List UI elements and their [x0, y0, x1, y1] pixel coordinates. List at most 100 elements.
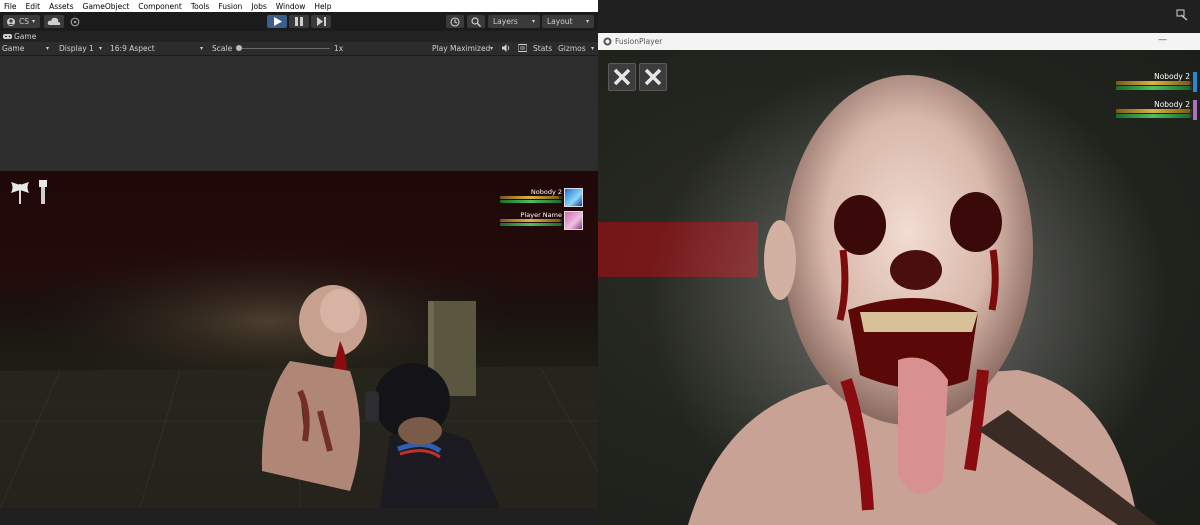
play-mode-dropdown[interactable]: Play Maximized ▾ — [432, 42, 498, 55]
chevron-down-icon: ▾ — [490, 45, 494, 52]
game-view-viewport[interactable]: Nobody 2 Player Name — [0, 171, 598, 508]
game-view-letterbox — [0, 56, 598, 171]
step-icon — [317, 17, 326, 26]
close-icon — [613, 68, 631, 86]
health-bar — [500, 219, 561, 222]
main-toolbar: CS ▾ Layers ▾ Layout ▾ — [0, 12, 598, 31]
aspect-dropdown[interactable]: 16:9 Aspect ▾ — [110, 42, 206, 55]
history-icon — [450, 17, 460, 27]
account-dropdown[interactable]: CS ▾ — [3, 15, 40, 28]
history-button[interactable] — [446, 15, 464, 28]
stats-button[interactable]: Stats — [533, 42, 552, 55]
scale-label: Scale — [212, 44, 233, 53]
view-dropdown-label: Game — [2, 44, 25, 53]
pause-icon — [295, 17, 303, 26]
close-slot-button[interactable] — [639, 63, 667, 91]
menu-window[interactable]: Window — [272, 2, 311, 11]
health-bar-track — [500, 219, 562, 222]
display-label: Display 1 — [59, 44, 94, 53]
fusionplayer-titlebar[interactable]: FusionPlayer — — [598, 33, 1200, 51]
chevron-down-icon: ▾ — [32, 18, 36, 25]
aspect-label: 16:9 Aspect — [110, 44, 155, 53]
health-bar-track — [1116, 81, 1192, 85]
menu-file[interactable]: File — [0, 2, 22, 11]
play-button[interactable] — [267, 15, 287, 28]
chevron-down-icon: ▾ — [99, 45, 103, 52]
game-view-toolbar: Game ▾ Display 1 ▾ 16:9 Aspect ▾ Scale 1… — [0, 42, 598, 56]
health-bar — [1116, 81, 1190, 85]
search-button[interactable] — [467, 15, 485, 28]
player-portrait-avatar — [564, 188, 583, 207]
stamina-bar-track — [1116, 86, 1192, 90]
player-portrait-avatar — [1193, 100, 1197, 120]
menu-help[interactable]: Help — [310, 2, 336, 11]
gizmos-label: Gizmos — [558, 44, 586, 53]
menu-component[interactable]: Component — [134, 2, 187, 11]
health-bar-track — [500, 196, 562, 199]
menu-assets[interactable]: Assets — [45, 2, 78, 11]
stamina-bar — [1116, 114, 1191, 118]
flashlight-icon — [39, 180, 47, 204]
layout-dropdown[interactable]: Layout ▾ — [542, 15, 594, 28]
pause-button[interactable] — [289, 15, 309, 28]
gamepad-icon — [3, 34, 12, 39]
window-title: FusionPlayer — [615, 37, 663, 46]
collab-icon — [70, 17, 80, 27]
cloud-button[interactable] — [44, 15, 64, 28]
player-portrait-avatar — [1193, 72, 1197, 92]
play-mode-label: Play Maximized — [432, 44, 491, 53]
stamina-bar-track — [1116, 114, 1192, 118]
stamina-bar-track — [500, 200, 562, 203]
display-dropdown[interactable]: Display 1 ▾ — [59, 42, 105, 55]
health-bar — [1116, 109, 1190, 113]
fusionplayer-game-view[interactable]: Nobody 2 Nobody 2 — [598, 50, 1200, 525]
layers-dropdown[interactable]: Layers ▾ — [488, 15, 540, 28]
stamina-bar — [500, 200, 561, 203]
chevron-down-icon: ▾ — [46, 45, 50, 52]
hud-player-name: Player Name — [520, 211, 562, 219]
chevron-down-icon: ▾ — [586, 18, 590, 25]
account-icon — [7, 18, 15, 26]
unity-editor-window: File Edit Assets GameObject Component To… — [0, 0, 598, 525]
menu-gameobject[interactable]: GameObject — [79, 2, 135, 11]
stamina-bar — [500, 223, 561, 226]
step-button[interactable] — [311, 15, 331, 28]
hud-player-name: Nobody 2 — [530, 188, 562, 196]
scale-slider[interactable] — [238, 48, 330, 49]
hud-player-name: Nobody 2 — [1154, 72, 1190, 81]
scene-render — [598, 60, 1168, 525]
mute-audio-icon[interactable] — [502, 44, 511, 52]
stamina-bar-track — [500, 223, 562, 226]
view-dropdown[interactable]: Game ▾ — [2, 42, 52, 55]
chevron-down-icon: ▾ — [591, 45, 595, 52]
menu-bar: File Edit Assets GameObject Component To… — [0, 0, 598, 12]
play-icon — [274, 17, 282, 26]
game-tab[interactable]: Game — [0, 31, 598, 42]
scale-slider-handle[interactable] — [236, 45, 242, 51]
menu-tools[interactable]: Tools — [187, 2, 214, 11]
cloud-icon — [47, 17, 61, 25]
axe-icon — [11, 182, 29, 204]
chevron-down-icon: ▾ — [532, 18, 536, 25]
close-icon — [644, 68, 662, 86]
health-bar-track — [1116, 109, 1192, 113]
close-slot-button[interactable] — [608, 63, 636, 91]
hud-player-name: Nobody 2 — [1154, 100, 1190, 109]
health-bar — [500, 196, 559, 199]
editor-status-bar — [0, 508, 598, 525]
minimize-button[interactable]: — — [1158, 33, 1167, 48]
layout-label: Layout — [547, 17, 573, 26]
collab-button[interactable] — [68, 15, 82, 28]
app-icon — [603, 37, 612, 46]
layers-label: Layers — [493, 17, 518, 26]
scale-value: 1x — [334, 44, 344, 53]
chevron-down-icon: ▾ — [200, 45, 204, 52]
menu-edit[interactable]: Edit — [22, 2, 46, 11]
account-label: CS — [19, 17, 29, 26]
feedback-icon[interactable] — [1176, 9, 1188, 21]
keyboard-shortcuts-icon[interactable] — [518, 44, 527, 52]
menu-jobs[interactable]: Jobs — [247, 2, 271, 11]
menu-fusion[interactable]: Fusion — [214, 2, 247, 11]
gizmos-dropdown[interactable]: Gizmos ▾ — [558, 42, 598, 55]
search-icon — [471, 17, 481, 27]
